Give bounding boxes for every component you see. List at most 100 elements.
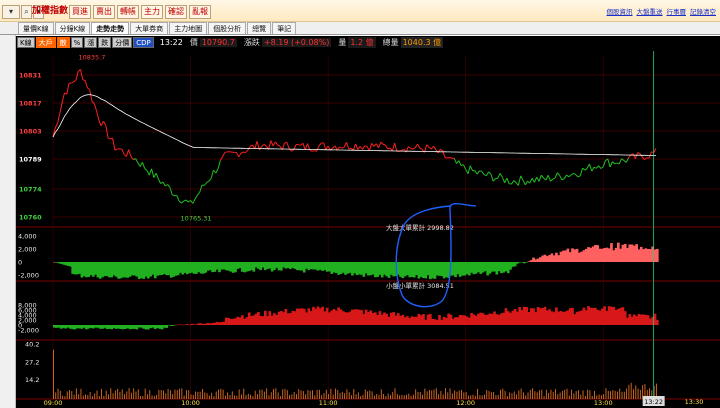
- volume-bar: [637, 388, 639, 399]
- volume-bar: [236, 395, 238, 399]
- volume-bar: [66, 391, 68, 399]
- small-order-bar: [486, 314, 489, 325]
- price-line-segment: [96, 110, 100, 121]
- volume-bar: [633, 389, 634, 399]
- big-order-bar: [298, 262, 301, 271]
- small-order-bar: [337, 307, 340, 325]
- big-order-bar: [245, 262, 249, 272]
- small-order-bar: [78, 325, 81, 329]
- small-order-bar: [273, 313, 276, 325]
- big-order-bar: [101, 262, 104, 278]
- volume-bar: [234, 395, 236, 399]
- big-order-bar: [573, 249, 577, 262]
- big-order-bar: [172, 262, 175, 277]
- clear-log-link[interactable]: 記錄清空: [690, 7, 716, 17]
- calendar-link[interactable]: 行事曆: [667, 7, 687, 17]
- tab-trend[interactable]: 走勢走勢: [91, 22, 130, 34]
- report-button[interactable]: 亂報: [189, 5, 211, 19]
- big-order-bar: [208, 262, 212, 271]
- big-order-bar: [341, 262, 345, 273]
- small-order-bar: [603, 306, 606, 325]
- cdp-toggle[interactable]: CDP: [133, 37, 154, 48]
- volume-bar: [486, 389, 488, 399]
- tab-big-orders[interactable]: 大單券商: [130, 22, 169, 34]
- tab-overview[interactable]: 總覽: [247, 22, 272, 34]
- price-line-segment: [222, 152, 226, 157]
- tab-main-force-map[interactable]: 主力地圖: [169, 22, 208, 34]
- big-order-bar: [550, 253, 554, 262]
- small-order-bar: [424, 319, 428, 325]
- stock-info-link[interactable]: 個股資訊: [607, 7, 633, 17]
- small-order-bar: [98, 325, 102, 329]
- big-order-bar: [376, 262, 379, 277]
- big-order-bar: [357, 262, 361, 275]
- big-order-bar: [644, 248, 648, 262]
- price-line-segment: [536, 176, 540, 182]
- volume-bar: [500, 389, 501, 399]
- volume-bar: [410, 395, 412, 399]
- sell-button[interactable]: 賣出: [93, 5, 115, 19]
- volume-bar: [229, 394, 231, 399]
- big-order-bar: [323, 262, 327, 271]
- small-order-bar: [334, 310, 338, 325]
- volume-bar: [488, 390, 490, 399]
- volume-bar: [167, 389, 169, 399]
- dropdown-control[interactable]: ▾: [2, 5, 20, 19]
- volume-bar: [504, 390, 506, 399]
- intraday-chart[interactable]: 10831 10817 10803 10789 10774 10760 09:00 10:00…: [16, 49, 720, 408]
- big-order-bar: [440, 262, 444, 277]
- big-order-bar: [96, 262, 100, 278]
- market-resend-link[interactable]: 大盤重送: [637, 7, 663, 17]
- small-order-bar: [96, 325, 100, 328]
- small-order-bar: [646, 315, 650, 325]
- price-line-segment: [634, 152, 639, 159]
- volume-bar: [266, 388, 268, 399]
- up-toggle[interactable]: 漲: [84, 37, 98, 48]
- small-order-bar: [536, 306, 540, 325]
- small-order-bar: [649, 318, 652, 325]
- price-line-segment: [277, 144, 281, 147]
- price-axis-label: 10831: [19, 72, 42, 80]
- big-order-bar: [373, 262, 377, 278]
- percent-toggle[interactable]: %: [70, 37, 84, 48]
- volume-bar: [564, 389, 566, 399]
- tab-analysis[interactable]: 個股分析: [208, 22, 247, 34]
- small-order-bar: [408, 318, 412, 325]
- small-order-bar: [529, 308, 533, 325]
- big-order-bar: [639, 246, 643, 262]
- confirm-button[interactable]: 確認: [165, 5, 187, 19]
- transfer-button[interactable]: 轉帳: [117, 5, 139, 19]
- big-order-bar: [467, 262, 471, 276]
- retail-toggle[interactable]: 散: [56, 37, 70, 48]
- big-player-toggle[interactable]: 大戶: [35, 37, 56, 48]
- volume-bar: [621, 391, 623, 399]
- big-order-bar: [227, 262, 230, 271]
- big-order-bar: [385, 262, 389, 277]
- tab-kline[interactable]: 量價K線: [18, 22, 54, 34]
- search-icon[interactable]: ⌕: [21, 5, 32, 19]
- small-order-bar: [117, 325, 120, 329]
- down-toggle[interactable]: 跌: [98, 37, 112, 48]
- kline-toggle[interactable]: K線: [17, 37, 35, 48]
- small-order-bar: [463, 315, 467, 325]
- price-line-segment: [538, 175, 542, 182]
- big-order-bar: [426, 262, 430, 276]
- price-line-segment: [291, 149, 294, 152]
- price-dist-toggle[interactable]: 分價: [112, 37, 133, 48]
- buy-button[interactable]: 買進: [69, 5, 91, 19]
- volume-bar: [80, 388, 82, 399]
- big-order-bar: [202, 262, 205, 274]
- main-force-button[interactable]: 主力: [141, 5, 163, 19]
- volume-bar: [334, 388, 336, 399]
- big-order-bar: [380, 262, 384, 278]
- price-line-segment: [197, 191, 201, 196]
- big-order-bar: [126, 262, 130, 278]
- price-line-segment: [371, 143, 375, 147]
- big-order-bar: [555, 252, 558, 262]
- tab-notes[interactable]: 筆記: [272, 22, 297, 34]
- volume-bar: [614, 390, 616, 399]
- small-order-bar: [580, 310, 583, 325]
- tab-minute-kline[interactable]: 分鐘K線: [54, 22, 91, 34]
- volume-bar: [520, 388, 522, 399]
- small-order-bar: [197, 323, 201, 325]
